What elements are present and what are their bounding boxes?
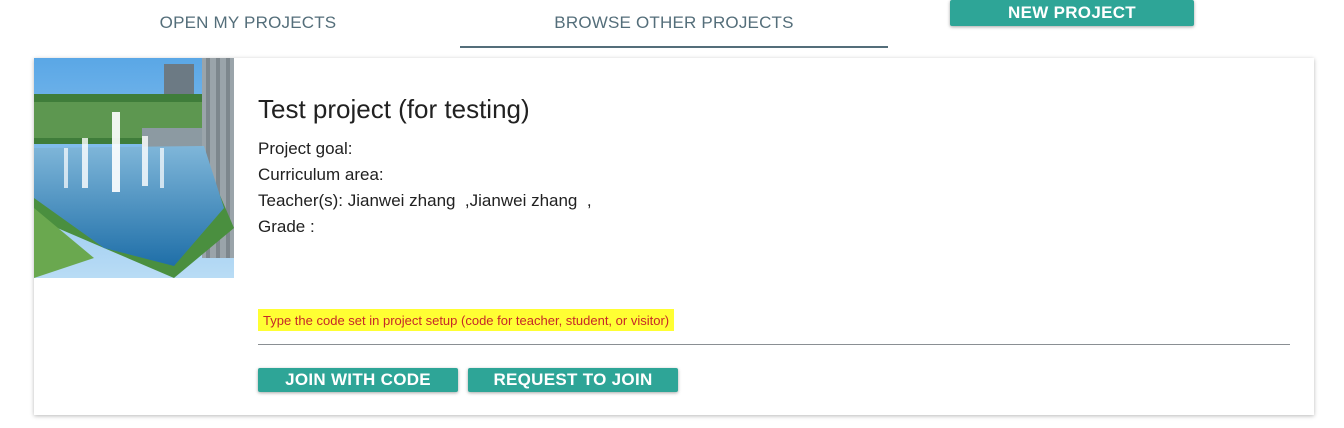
new-project-button[interactable]: NEW PROJECT xyxy=(950,0,1194,26)
grade: Grade : xyxy=(258,217,315,236)
code-input[interactable] xyxy=(258,334,1290,344)
project-thumbnail xyxy=(34,58,234,278)
code-input-underline xyxy=(258,344,1290,345)
join-with-code-label: JOIN WITH CODE xyxy=(285,370,431,389)
project-card: Test project (for testing) Project goal:… xyxy=(34,58,1314,415)
project-goal: Project goal: xyxy=(258,139,353,158)
new-project-button-label: NEW PROJECT xyxy=(1008,3,1136,22)
code-hint-text: Type the code set in project setup (code… xyxy=(263,312,670,328)
project-title: Test project (for testing) xyxy=(258,94,530,124)
curriculum-area: Curriculum area: xyxy=(258,165,384,184)
project-browser-page: OPEN MY PROJECTS BROWSE OTHER PROJECTS N… xyxy=(0,0,1344,428)
join-with-code-button[interactable]: JOIN WITH CODE xyxy=(258,368,458,392)
tab-browse-other-projects-label: BROWSE OTHER PROJECTS xyxy=(554,13,794,32)
campus-fountain-photo xyxy=(34,58,234,278)
tab-browse-other-projects[interactable]: BROWSE OTHER PROJECTS xyxy=(460,0,888,48)
teachers: Teacher(s): Jianwei zhang ,Jianwei zhang… xyxy=(258,191,592,210)
tab-open-my-projects-label: OPEN MY PROJECTS xyxy=(159,13,337,32)
request-to-join-button[interactable]: REQUEST TO JOIN xyxy=(468,368,678,392)
request-to-join-label: REQUEST TO JOIN xyxy=(493,370,653,389)
code-hint: Type the code set in project setup (code… xyxy=(258,309,675,331)
tab-open-my-projects[interactable]: OPEN MY PROJECTS xyxy=(34,0,462,46)
